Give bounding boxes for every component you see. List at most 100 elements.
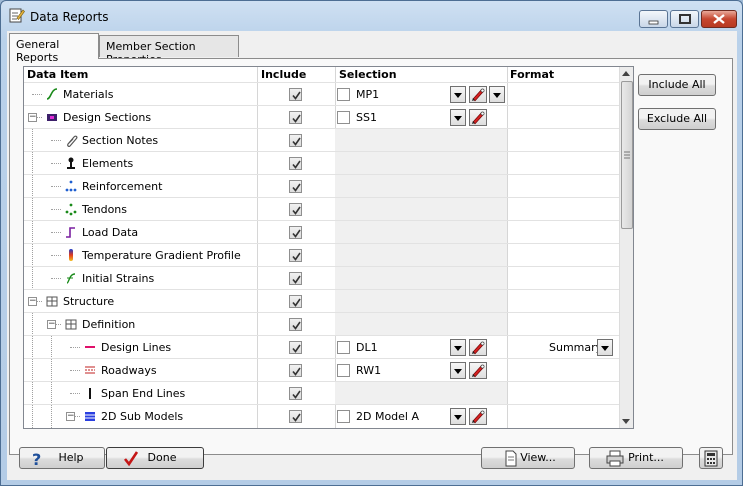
checkmark-icon — [292, 91, 301, 100]
tab-general-reports[interactable]: General Reports — [9, 33, 99, 64]
selection-dropdown-button[interactable] — [450, 109, 466, 126]
selection-dropdown-button[interactable] — [450, 362, 466, 379]
include-checkbox[interactable] — [289, 157, 302, 170]
selection-empty-cell — [335, 382, 507, 405]
column-header-data-item[interactable]: Data Item — [27, 68, 88, 81]
column-header-selection[interactable]: Selection — [339, 68, 397, 81]
include-checkbox[interactable] — [289, 249, 302, 262]
include-checkbox[interactable] — [289, 111, 302, 124]
include-checkbox[interactable] — [289, 203, 302, 216]
tree-collapse-toggle[interactable]: − — [47, 320, 56, 329]
table-row[interactable]: Span End Lines — [24, 381, 619, 405]
material-curve-icon — [46, 88, 58, 100]
row-label: Structure — [63, 295, 115, 308]
include-checkbox[interactable] — [289, 88, 302, 101]
table-row[interactable]: Elements — [24, 151, 619, 175]
table-row[interactable]: Load Data — [24, 220, 619, 244]
include-checkbox[interactable] — [289, 180, 302, 193]
table-row[interactable]: Section Notes — [24, 128, 619, 152]
checkmark-icon — [292, 344, 301, 353]
table-row[interactable]: Initial Strains — [24, 266, 619, 290]
include-checkbox[interactable] — [289, 134, 302, 147]
report-edit-icon — [9, 8, 25, 23]
tendon-icon — [65, 203, 77, 216]
section-icon — [47, 114, 57, 121]
selection-dropdown-button[interactable] — [450, 408, 466, 425]
done-button[interactable]: Done — [106, 447, 204, 469]
selection-dropdown-button[interactable] — [450, 86, 466, 103]
printer-icon — [606, 450, 624, 467]
edit-selection-button[interactable] — [469, 109, 487, 126]
selection-value: 2D Model A — [356, 410, 420, 423]
close-button[interactable] — [701, 10, 737, 28]
selection-checkbox[interactable] — [337, 88, 350, 101]
selection-checkbox[interactable] — [337, 111, 350, 124]
include-checkbox[interactable] — [289, 272, 302, 285]
selection-checkbox[interactable] — [337, 410, 350, 423]
table-row[interactable]: Materials MP1 — [24, 82, 619, 105]
scroll-up-arrow-icon[interactable] — [622, 71, 630, 76]
row-label: Section Notes — [82, 134, 159, 147]
calculator-button[interactable] — [699, 447, 723, 469]
document-view-icon — [505, 450, 517, 467]
include-checkbox[interactable] — [289, 318, 302, 331]
checkmark-icon — [292, 160, 301, 169]
edit-selection-button[interactable] — [469, 362, 487, 379]
exclude-all-label: Exclude All — [646, 112, 708, 125]
sub-model-icon — [85, 412, 95, 421]
tree-collapse-toggle[interactable]: − — [66, 412, 75, 421]
minimize-button[interactable] — [639, 10, 668, 28]
table-row[interactable]: Design Lines DL1 Summary — [24, 335, 619, 359]
strain-icon — [66, 273, 76, 284]
scroll-thumb[interactable] — [621, 81, 633, 229]
tree-collapse-toggle[interactable]: − — [28, 113, 37, 122]
table-row[interactable]: Temperature Gradient Profile — [24, 243, 619, 267]
scroll-down-arrow-icon[interactable] — [622, 419, 630, 424]
edit-selection-button[interactable] — [469, 408, 487, 425]
close-icon — [713, 14, 725, 24]
selection-menu-dropdown-button[interactable] — [489, 86, 505, 103]
table-row[interactable]: Reinforcement — [24, 174, 619, 198]
table-row[interactable]: − 2D Sub Models 2D Model A — [24, 404, 619, 428]
vertical-scrollbar[interactable] — [619, 67, 633, 428]
selection-empty-cell — [335, 198, 507, 221]
include-checkbox[interactable] — [289, 410, 302, 423]
maximize-icon — [679, 14, 691, 24]
include-checkbox[interactable] — [289, 387, 302, 400]
exclude-all-button[interactable]: Exclude All — [638, 108, 716, 130]
checkmark-icon — [292, 321, 301, 330]
edit-selection-button[interactable] — [469, 339, 487, 356]
print-button[interactable]: Print... — [589, 447, 683, 469]
include-checkbox[interactable] — [289, 364, 302, 377]
checkmark-icon — [292, 137, 301, 146]
tab-member-section-properties[interactable]: Member Section Properties — [99, 35, 239, 66]
table-row[interactable]: Roadways RW1 — [24, 358, 619, 382]
selection-checkbox[interactable] — [337, 364, 350, 377]
svg-text:?: ? — [32, 450, 41, 467]
table-row[interactable]: Tendons — [24, 197, 619, 221]
selection-dropdown-button[interactable] — [450, 339, 466, 356]
selection-checkbox[interactable] — [337, 341, 350, 354]
row-label: Reinforcement — [82, 180, 163, 193]
column-header-include[interactable]: Include — [261, 68, 306, 81]
calculator-icon — [704, 450, 718, 467]
row-label: 2D Sub Models — [101, 410, 184, 423]
edit-selection-button[interactable] — [469, 86, 487, 103]
column-header-format[interactable]: Format — [510, 68, 554, 81]
format-dropdown-button[interactable] — [597, 339, 613, 356]
include-checkbox[interactable] — [289, 341, 302, 354]
table-row[interactable]: − Design Sections SS1 — [24, 105, 619, 128]
selection-empty-cell — [335, 221, 507, 244]
maximize-button[interactable] — [670, 10, 699, 28]
checkmark-icon — [292, 206, 301, 215]
include-checkbox[interactable] — [289, 226, 302, 239]
view-button[interactable]: View... — [481, 447, 575, 469]
tree-collapse-toggle[interactable]: − — [28, 297, 37, 306]
row-label: Design Lines — [101, 341, 172, 354]
help-button[interactable]: ? Help — [19, 447, 105, 469]
table-row[interactable]: − Structure — [24, 289, 619, 313]
table-row[interactable]: − Definition — [24, 312, 619, 336]
include-all-button[interactable]: Include All — [638, 74, 716, 96]
span-end-line-icon — [89, 388, 91, 399]
include-checkbox[interactable] — [289, 295, 302, 308]
